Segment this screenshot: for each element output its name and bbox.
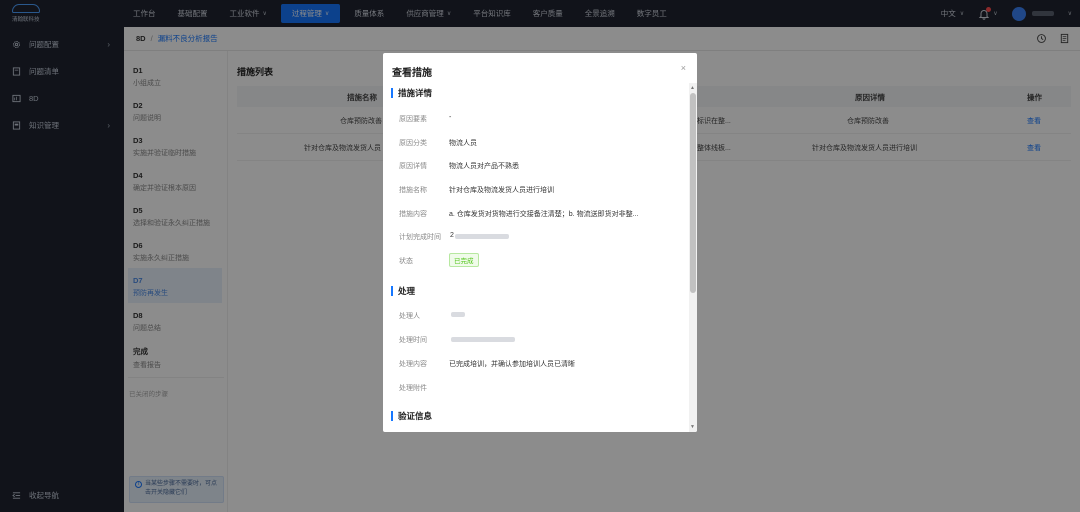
field-label: 计划完成时间 xyxy=(399,234,441,241)
field-label: 状态 xyxy=(399,258,413,265)
field-value: 物流人员 xyxy=(449,140,477,147)
field-label: 原因分类 xyxy=(399,140,427,147)
status-badge: 已完成 xyxy=(449,253,479,267)
field-value: 已完成培训，并确认参加培训人员已清晰 xyxy=(449,361,575,368)
detail-section-title: 措施详情 xyxy=(391,87,432,99)
field-label: 原因要素 xyxy=(399,116,427,123)
field-label: 措施内容 xyxy=(399,211,427,218)
field-value: a. 仓库发货对货物进行交接备注清楚；b. 物流送即货对非整... xyxy=(449,211,639,218)
field-value: 2 xyxy=(450,232,454,239)
field-label: 措施名称 xyxy=(399,187,427,194)
redacted-date xyxy=(455,234,509,239)
view-measure-modal: 查看措施 × 措施详情 原因要素 - 原因分类 物流人员 原因详情 物流人员对产品不熟… xyxy=(383,53,697,432)
redacted-time xyxy=(451,337,515,342)
close-icon[interactable]: × xyxy=(681,63,686,73)
field-value: 物流人员对产品不熟悉 xyxy=(449,163,519,170)
field-value: - xyxy=(449,114,452,121)
field-label: 处理时间 xyxy=(399,337,427,344)
modal-body: 措施详情 原因要素 - 原因分类 物流人员 原因详情 物流人员对产品不熟悉 措施名称 针… xyxy=(383,83,689,432)
field-label: 处理附件 xyxy=(399,385,427,392)
modal-scrollbar[interactable]: ▲ ▼ xyxy=(689,83,697,432)
field-label: 处理内容 xyxy=(399,361,427,368)
scroll-up-icon[interactable]: ▲ xyxy=(690,85,695,91)
scroll-thumb[interactable] xyxy=(690,93,696,293)
handle-section-title: 处理 xyxy=(391,285,415,297)
modal-title: 查看措施 xyxy=(392,68,432,79)
scroll-down-icon[interactable]: ▼ xyxy=(690,424,695,430)
field-label: 原因详情 xyxy=(399,163,427,170)
field-value: 针对仓库及物流发货人员进行培训 xyxy=(449,187,554,194)
field-label: 处理人 xyxy=(399,313,420,320)
redacted-handler xyxy=(451,312,465,317)
verify-section-title: 验证信息 xyxy=(391,410,432,422)
